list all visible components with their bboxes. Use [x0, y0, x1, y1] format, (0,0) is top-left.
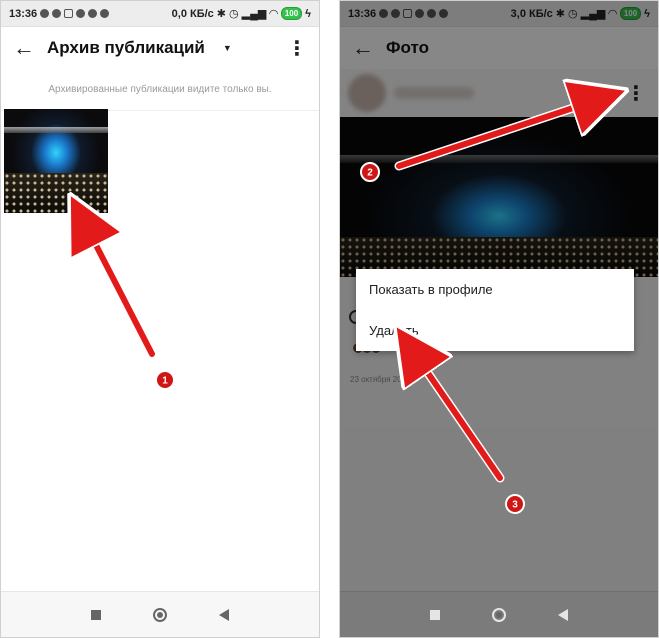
wifi-icon: ◠ [269, 8, 278, 20]
whatsapp-icon [52, 9, 62, 18]
app-icon [88, 9, 98, 18]
system-nav-bar [340, 591, 658, 637]
menu-item-show-in-profile[interactable]: Показать в профиле [356, 269, 634, 310]
home-icon[interactable] [153, 607, 167, 622]
recents-icon[interactable] [430, 609, 440, 620]
back-icon[interactable] [558, 608, 568, 621]
system-nav-bar [1, 591, 319, 637]
page-title[interactable]: Архив публикаций [47, 38, 205, 58]
home-icon[interactable] [492, 607, 506, 622]
status-bar: 13:36 0,0 КБ/с ✱ ◷ ▂▄▆ ◠ 100 ϟ [1, 1, 319, 27]
dropdown-caret-icon[interactable]: ▼ [223, 43, 232, 53]
notification-icon [40, 9, 50, 18]
archive-hint: Архивированные публикации видите только … [1, 69, 319, 111]
app-bar: ← Архив публикаций ▼ ⋮ [1, 27, 319, 69]
network-speed: 0,0 КБ/с [171, 7, 214, 20]
back-arrow-icon[interactable]: ← [13, 37, 47, 59]
battery-icon: 100 [280, 7, 303, 20]
more-options-icon[interactable]: ⋮ [287, 36, 307, 61]
back-icon[interactable] [219, 608, 229, 621]
gallery-icon [64, 9, 74, 18]
app-icon [100, 9, 110, 18]
signal-icon: ▂▄▆ [241, 8, 267, 20]
app-icon [76, 9, 86, 18]
photo-screen: 13:36 3,0 КБ/с ✱ ◷ ▂▄▆ ◠ 100 ϟ ← Фото ⋮ [339, 0, 659, 638]
charging-icon: ϟ [305, 7, 311, 20]
controller-edge [4, 127, 108, 133]
menu-item-delete[interactable]: Удалить [356, 310, 634, 351]
status-time: 13:36 [9, 7, 38, 20]
archived-post-thumbnail[interactable] [4, 109, 108, 213]
alarm-icon: ◷ [229, 8, 239, 20]
archive-screen: 13:36 0,0 КБ/с ✱ ◷ ▂▄▆ ◠ 100 ϟ ← Архив п… [0, 0, 320, 638]
post-options-menu: Показать в профиле Удалить [356, 269, 634, 351]
knit-texture [4, 173, 108, 213]
recents-icon[interactable] [91, 609, 101, 620]
bluetooth-icon: ✱ [216, 8, 227, 20]
